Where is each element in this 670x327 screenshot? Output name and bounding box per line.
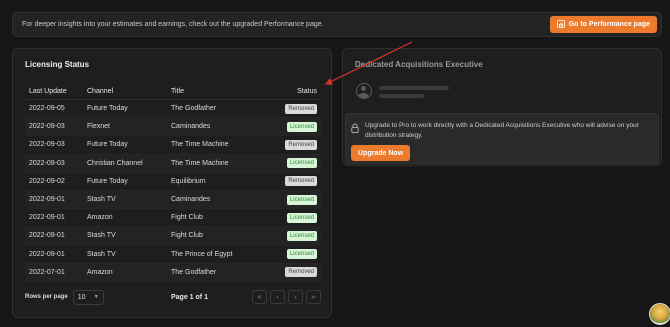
rows-per-page-select[interactable]: 10 ▼	[72, 289, 104, 305]
status-badge: Licensed	[286, 230, 317, 241]
table-row: 2022-09-03 Flexnet Caminandes Licensed	[25, 118, 321, 137]
rows-per-page-value: 10	[77, 293, 86, 301]
cell-status: Licensed	[271, 194, 321, 205]
cell-status: Removed	[271, 139, 321, 150]
table-body: 2022-09-05 Future Today The Godfather Remov…	[25, 100, 321, 282]
licensing-status-title: Licensing Status	[25, 60, 90, 69]
table-row: 2022-09-01 Stash TV Caminandes Licensed	[25, 190, 321, 210]
upgrade-now-button[interactable]: Upgrade Now	[351, 145, 411, 161]
cell-channel: Future Today	[87, 141, 128, 149]
status-badge: Removed	[285, 267, 317, 278]
cell-channel: Stash TV	[87, 232, 116, 240]
table-row: 2022-09-03 Christian Channel The Time Mach…	[25, 154, 321, 173]
status-badge: Licensed	[286, 249, 317, 260]
banner-text: For deeper insights into your estimates …	[22, 21, 324, 28]
cell-status: Licensed	[271, 158, 321, 169]
cell-title: Caminandes	[171, 123, 211, 131]
cell-status: Licensed	[271, 249, 321, 260]
go-to-performance-label: Go to Performance page	[568, 21, 650, 28]
skeleton-line	[379, 86, 449, 90]
chart-icon	[556, 19, 565, 30]
upgrade-box: Upgrade to Pro to work directly with a D…	[345, 113, 659, 164]
cell-last-update: 2022-07-01	[29, 268, 65, 276]
cell-last-update: 2022-09-03	[29, 159, 65, 167]
cell-title: Fight Club	[171, 232, 203, 240]
status-badge: Licensed	[286, 158, 317, 169]
column-header-last-update[interactable]: Last Update	[25, 88, 87, 95]
table-row: 2022-09-02 Future Today Equilibrium Removed	[25, 173, 321, 191]
cell-title: Fight Club	[171, 214, 203, 222]
cell-last-update: 2022-09-01	[29, 250, 65, 258]
cell-status: Licensed	[271, 212, 321, 223]
table-row: 2022-09-01 Amazon Fight Club Licensed	[25, 209, 321, 228]
cell-channel: Christian Channel	[87, 159, 143, 167]
executive-title: Dedicated Acquisitions Executive	[355, 60, 483, 69]
cell-last-update: 2022-09-01	[29, 214, 65, 222]
status-badge: Removed	[285, 103, 317, 114]
cell-last-update: 2022-09-03	[29, 141, 65, 149]
column-header-title[interactable]: Title	[171, 88, 271, 95]
status-badge: Removed	[285, 176, 317, 187]
executive-card: Dedicated Acquisitions Executive Upgrade…	[342, 48, 662, 166]
cell-channel: Flexnet	[87, 123, 110, 131]
status-badge: Licensed	[286, 121, 317, 132]
pagination-bar: Rows per page 10 ▼ Page 1 of 1 « ‹ › »	[25, 289, 321, 305]
cell-title: Equilibrium	[171, 177, 206, 185]
column-header-channel[interactable]: Channel	[87, 88, 171, 95]
table-row: 2022-09-01 Stash TV Fight Club Licensed	[25, 227, 321, 246]
cell-last-update: 2022-09-01	[29, 196, 65, 204]
table-row: 2022-09-01 Stash TV The Prince of Egypt Lic…	[25, 246, 321, 264]
previous-page-button[interactable]: ‹	[270, 290, 285, 304]
licensing-table: Last Update Channel Title Status 2022-09…	[25, 83, 321, 282]
cell-status: Removed	[271, 103, 321, 114]
table-header: Last Update Channel Title Status	[25, 83, 321, 100]
page-navigation: « ‹ › »	[252, 290, 321, 304]
cell-channel: Amazon	[87, 214, 113, 222]
cell-title: The Time Machine	[171, 159, 229, 167]
go-to-performance-button[interactable]: Go to Performance page	[549, 16, 657, 33]
cell-title: The Time Machine	[171, 141, 229, 149]
user-avatar[interactable]	[649, 303, 670, 325]
chevron-down-icon: ▼	[93, 294, 99, 300]
upgrade-text: Upgrade to Pro to work directly with a D…	[365, 122, 639, 139]
cell-title: The Godfather	[171, 268, 217, 276]
cell-channel: Future Today	[87, 105, 128, 113]
cell-last-update: 2022-09-01	[29, 232, 65, 240]
licensing-status-card: Licensing Status Last Update Channel Tit…	[12, 48, 332, 318]
cell-channel: Amazon	[87, 268, 113, 276]
column-header-status[interactable]: Status	[271, 88, 321, 95]
status-badge: Licensed	[286, 212, 317, 223]
first-page-button[interactable]: «	[252, 290, 267, 304]
cell-title: The Godfather	[171, 105, 217, 113]
cell-title: Caminandes	[171, 196, 211, 204]
rows-per-page-label: Rows per page	[25, 294, 68, 300]
table-row: 2022-09-05 Future Today The Godfather Remov…	[25, 100, 321, 119]
cell-channel: Stash TV	[87, 250, 116, 258]
user-placeholder-icon	[356, 83, 372, 99]
next-page-button[interactable]: ›	[288, 290, 303, 304]
status-badge: Removed	[285, 139, 317, 150]
last-page-button[interactable]: »	[306, 290, 321, 304]
cell-status: Removed	[271, 176, 321, 187]
cell-channel: Future Today	[87, 177, 128, 185]
lock-icon	[351, 123, 359, 133]
cell-last-update: 2022-09-05	[29, 105, 65, 113]
cell-title: The Prince of Egypt	[171, 250, 233, 258]
status-badge: Licensed	[286, 194, 317, 205]
performance-banner: For deeper insights into your estimates …	[12, 12, 662, 37]
skeleton-line	[379, 94, 424, 98]
cell-last-update: 2022-09-03	[29, 123, 65, 131]
cell-status: Removed	[271, 267, 321, 278]
cell-last-update: 2022-09-02	[29, 177, 65, 185]
cell-channel: Stash TV	[87, 196, 116, 204]
cell-status: Licensed	[271, 230, 321, 241]
table-row: 2022-09-03 Future Today The Time Machine Re…	[25, 136, 321, 155]
table-row: 2022-07-01 Amazon The Godfather Removed	[25, 263, 321, 282]
cell-status: Licensed	[271, 121, 321, 132]
page-info: Page 1 of 1	[171, 293, 208, 301]
